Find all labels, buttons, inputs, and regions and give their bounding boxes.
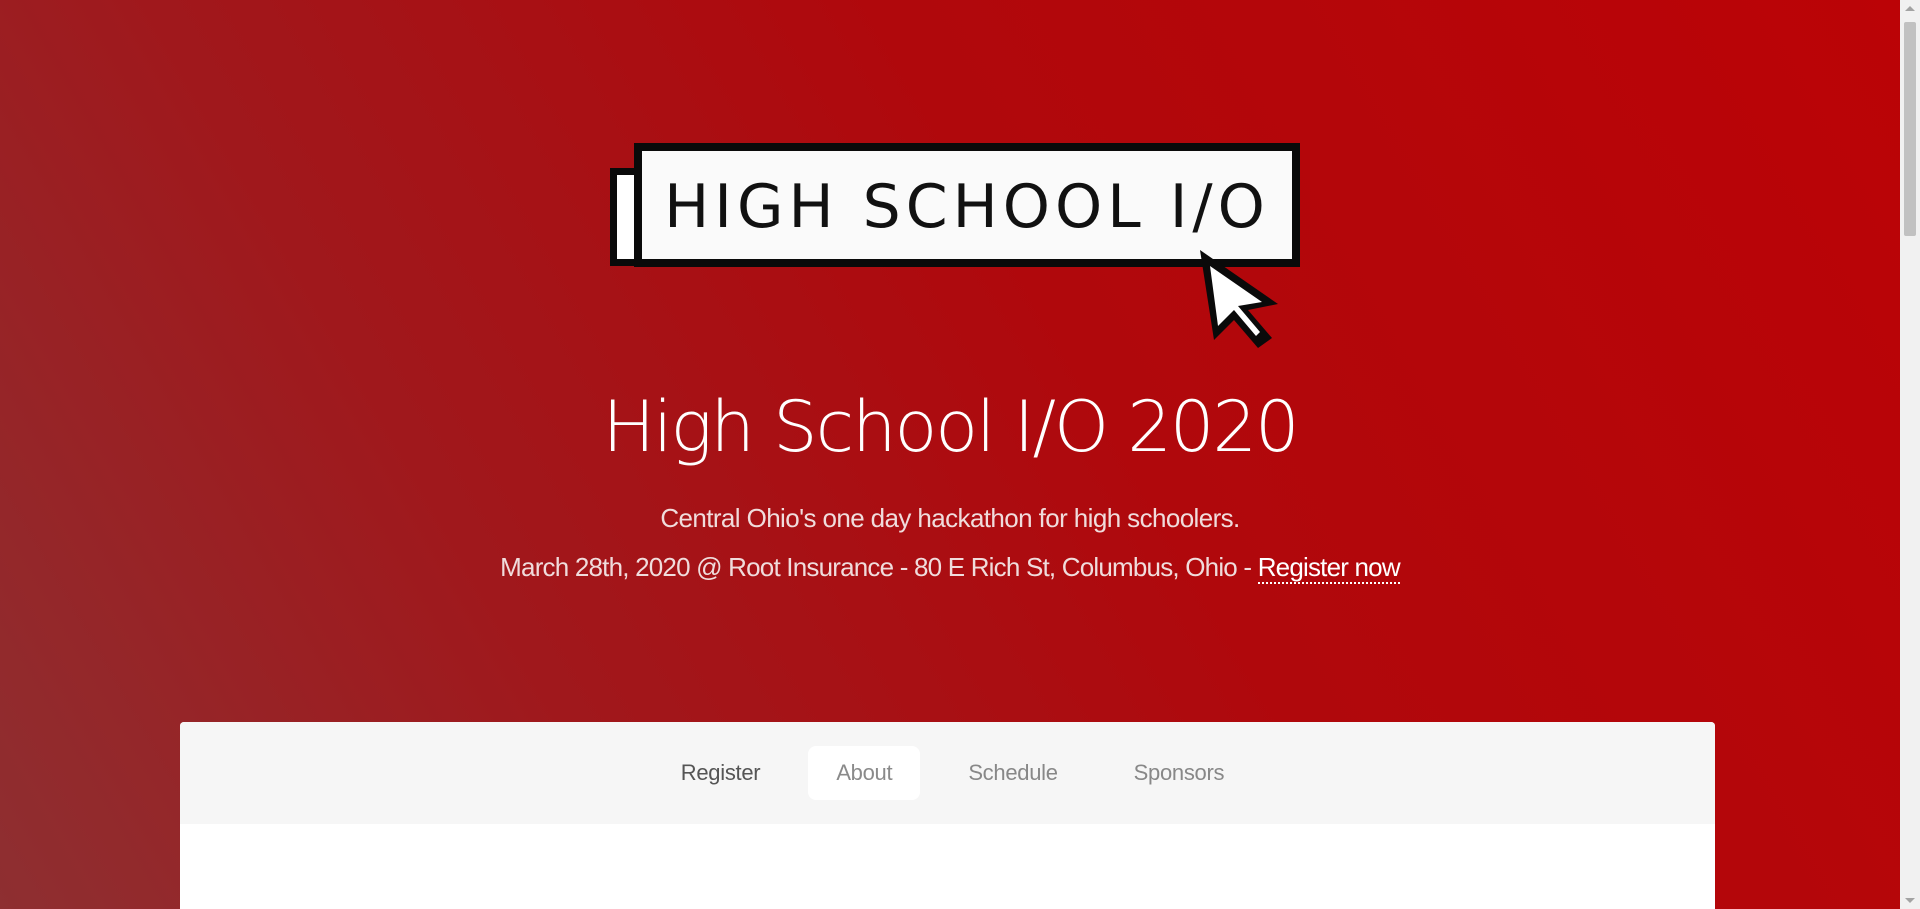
scrollbar-thumb[interactable] <box>1904 22 1916 236</box>
page-title: High School I/O 2020 <box>602 386 1299 468</box>
site-logo: HIGH SCHOOL I/O <box>610 143 1300 348</box>
nav-item-about[interactable]: About <box>808 746 921 800</box>
scroll-up-arrow-icon[interactable] <box>1905 6 1915 11</box>
hero-tagline: Central Ohio's one day hackathon for hig… <box>660 503 1240 533</box>
scroll-down-arrow-icon[interactable] <box>1905 898 1915 903</box>
event-details-text: March 28th, 2020 @ Root Insurance - 80 E… <box>500 552 1258 582</box>
logo-text: HIGH SCHOOL I/O <box>664 172 1270 242</box>
browser-viewport: HIGH SCHOOL I/O High School I/O 2020 Cen… <box>0 0 1920 909</box>
hero-event-details: March 28th, 2020 @ Root Insurance - 80 E… <box>0 547 1900 587</box>
nav-item-schedule[interactable]: Schedule <box>940 746 1085 800</box>
vertical-scrollbar[interactable] <box>1900 0 1920 909</box>
content-card: Register About Schedule Sponsors <box>180 722 1715 909</box>
section-nav: Register About Schedule Sponsors <box>180 722 1715 824</box>
page: HIGH SCHOOL I/O High School I/O 2020 Cen… <box>0 0 1900 909</box>
nav-item-sponsors[interactable]: Sponsors <box>1106 746 1253 800</box>
register-now-link[interactable]: Register now <box>1257 552 1401 584</box>
pointer-cursor-icon <box>1200 250 1278 348</box>
nav-item-register[interactable]: Register <box>653 746 789 800</box>
